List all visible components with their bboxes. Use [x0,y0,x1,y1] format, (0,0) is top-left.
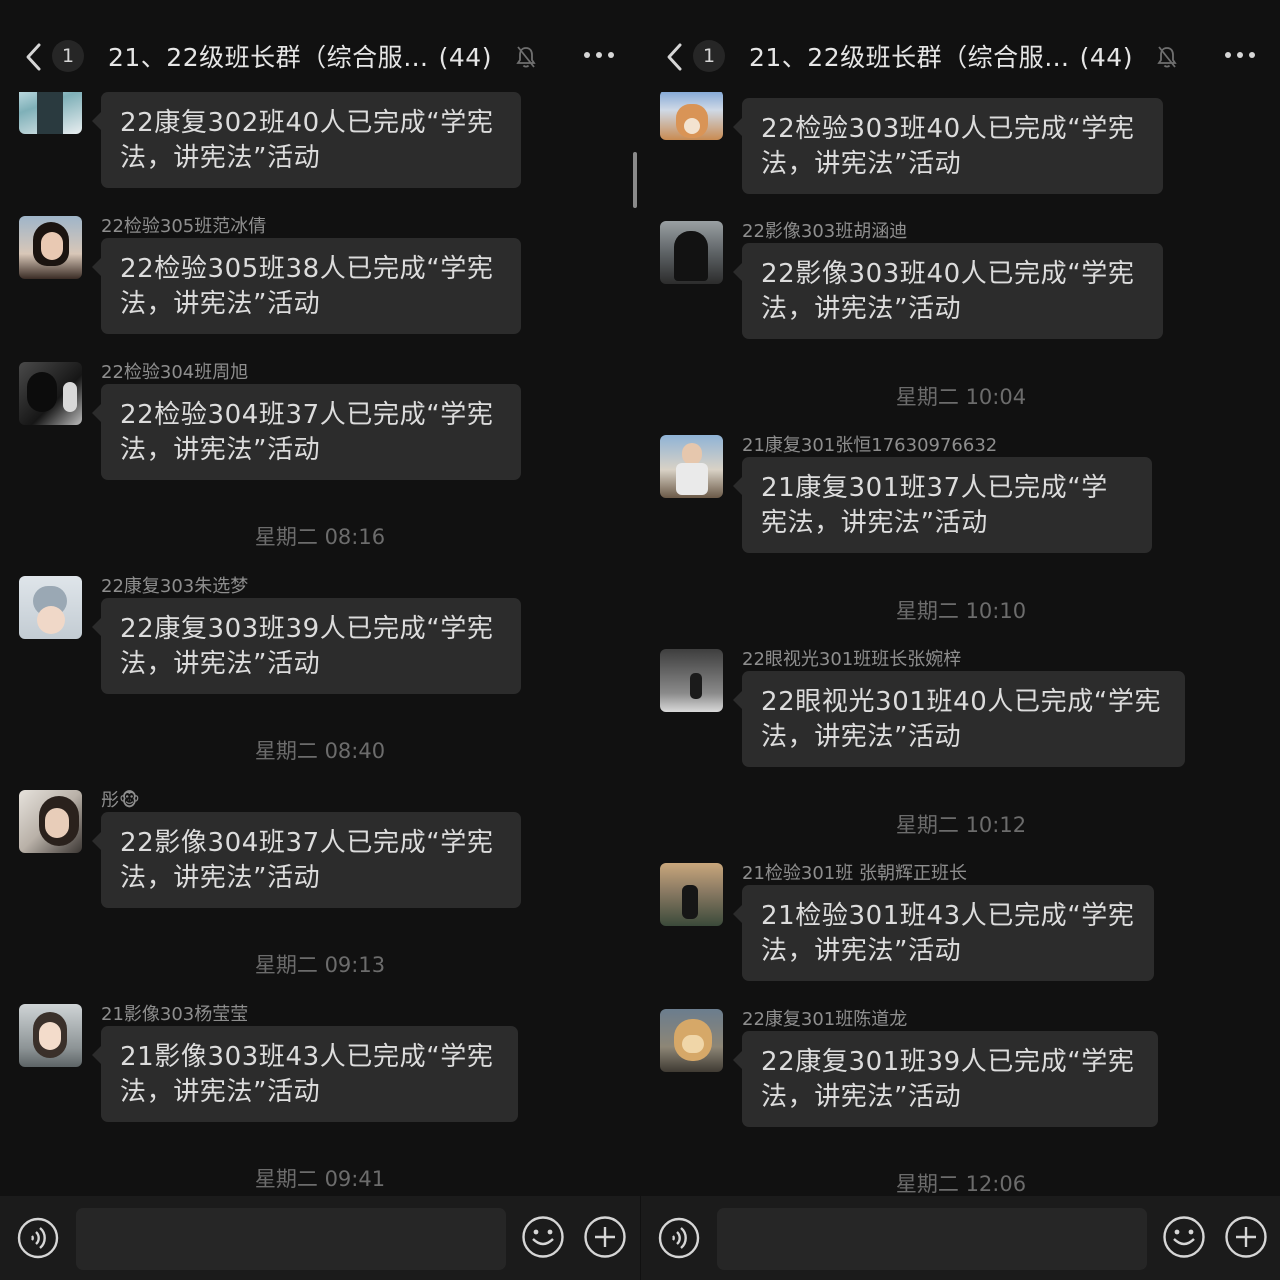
avatar[interactable] [660,649,723,712]
message-bubble[interactable]: 22检验305班38人已完成“学宪法，讲宪法”活动 [92,238,521,334]
chat-header: 1 21、22级班长群（综合服… (44) [641,0,1280,92]
message-bubble[interactable]: 22眼视光301班40人已完成“学宪法，讲宪法”活动 [733,671,1185,767]
avatar[interactable] [19,216,82,279]
unread-badge[interactable]: 1 [52,40,84,72]
timestamp: 星期二 09:41 [254,1167,386,1191]
timestamp: 星期二 10:04 [895,385,1027,409]
plus-icon[interactable] [583,1215,627,1259]
chat-header: 1 21、22级班长群（综合服… (44) [0,0,640,92]
sender-name: 22眼视光301班班长张婉梓 [742,649,962,670]
voice-icon[interactable] [17,1217,59,1259]
sender-name: 22检验305班范冰倩 [101,216,267,237]
sender-name: 21康复301张恒17630976632 [742,435,998,456]
emoji-icon[interactable] [521,1215,565,1259]
timestamp: 星期二 10:10 [895,599,1027,623]
message-bubble[interactable]: 22检验304班37人已完成“学宪法，讲宪法”活动 [92,384,521,480]
avatar[interactable] [19,576,82,639]
bell-muted-icon [1157,46,1177,68]
timestamp: 星期二 12:06 [895,1172,1027,1196]
sender-name: 22影像303班胡涵迪 [742,221,908,242]
avatar[interactable] [660,221,723,284]
avatar[interactable] [660,435,723,498]
more-dots-icon[interactable] [584,52,616,60]
scrollbar[interactable] [633,152,637,208]
more-dots-icon[interactable] [1225,52,1257,60]
chat-title[interactable]: 21、22级班长群（综合服… (44) [108,38,492,74]
message-input[interactable] [717,1208,1147,1270]
voice-icon[interactable] [658,1217,700,1259]
message-input[interactable] [76,1208,506,1270]
chevron-left-icon[interactable] [663,42,687,72]
timestamp: 星期二 08:40 [254,739,386,763]
avatar[interactable] [660,1009,723,1072]
group-name: 21、22级班长群（综合服… [108,43,429,72]
member-count: (44) [438,43,492,72]
message-bubble[interactable]: 22检验303班40人已完成“学宪法，讲宪法”活动 [733,98,1163,194]
group-name: 21、22级班长群（综合服… [749,43,1070,72]
emoji-icon[interactable] [1162,1215,1206,1259]
member-count: (44) [1079,43,1133,72]
chat-pane-right: 22检验303班40人已完成“学宪法，讲宪法”活动 22影像303班胡涵迪 22… [641,0,1280,1280]
message-bubble[interactable]: 21检验301班43人已完成“学宪法，讲宪法”活动 [733,885,1154,981]
avatar[interactable] [660,90,723,140]
plus-icon[interactable] [1224,1215,1268,1259]
message-bubble[interactable]: 22康复303班39人已完成“学宪法，讲宪法”活动 [92,598,521,694]
sender-name: 21影像303杨莹莹 [101,1004,249,1025]
sender-name: 22康复303朱选梦 [101,576,249,597]
message-bubble[interactable]: 21康复301班37人已完成“学宪法，讲宪法”活动 [733,457,1152,553]
avatar[interactable] [660,863,723,926]
timestamp: 星期二 10:12 [895,813,1027,837]
sender-name: 21检验301班 张朝辉正班长 [742,863,967,884]
message-bubble[interactable]: 22康复301班39人已完成“学宪法，讲宪法”活动 [733,1031,1158,1127]
sender-name: 彤🐵 [101,790,140,811]
message-bubble[interactable]: 22康复302班40人已完成“学宪法，讲宪法”活动 [92,92,521,188]
avatar[interactable] [19,362,82,425]
timestamp: 星期二 08:16 [254,525,386,549]
message-bubble[interactable]: 22影像303班40人已完成“学宪法，讲宪法”活动 [733,243,1163,339]
message-bubble[interactable]: 21影像303班43人已完成“学宪法，讲宪法”活动 [92,1026,518,1122]
avatar[interactable] [19,790,82,853]
timestamp: 星期二 09:13 [254,953,386,977]
bell-muted-icon [516,46,536,68]
message-bubble[interactable]: 22影像304班37人已完成“学宪法，讲宪法”活动 [92,812,521,908]
avatar[interactable] [19,1004,82,1067]
sender-name: 22检验304班周旭 [101,362,249,383]
input-bar [0,1196,640,1280]
unread-badge[interactable]: 1 [693,40,725,72]
chat-pane-left: 22康复302班40人已完成“学宪法，讲宪法”活动 22检验305班范冰倩 22… [0,0,640,1280]
chat-title[interactable]: 21、22级班长群（综合服… (44) [749,38,1133,74]
chevron-left-icon[interactable] [22,42,46,72]
sender-name: 22康复301班陈道龙 [742,1009,908,1030]
input-bar [641,1196,1280,1280]
